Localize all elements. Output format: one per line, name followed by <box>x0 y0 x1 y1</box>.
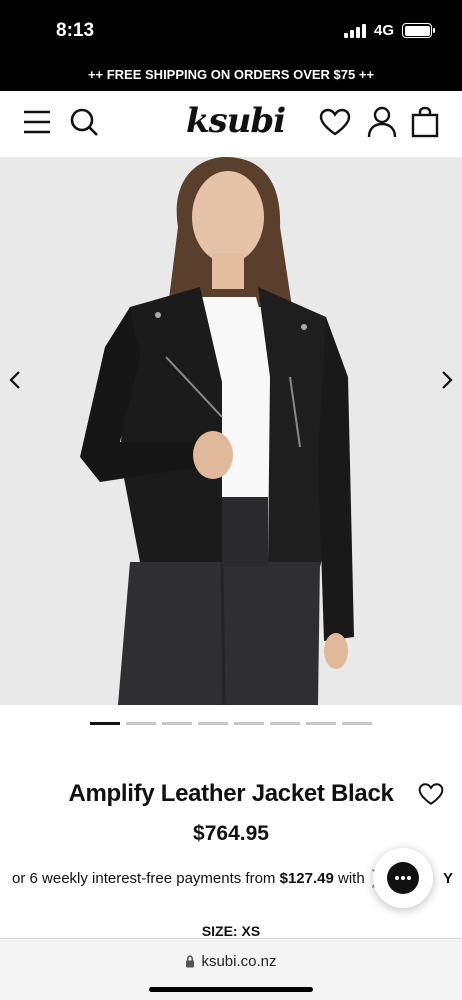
carousel-dot[interactable] <box>342 722 372 725</box>
home-indicator[interactable] <box>149 987 313 992</box>
user-icon[interactable] <box>365 105 399 139</box>
carousel-dot[interactable] <box>198 722 228 725</box>
product-price: $764.95 <box>193 822 269 845</box>
battery-fill <box>404 25 430 36</box>
browser-address-bar[interactable]: ksubi.co.nz <box>0 938 462 1000</box>
chevron-right-icon <box>442 371 453 389</box>
product-title: Amplify Leather Jacket Black <box>68 780 394 807</box>
heart-icon[interactable] <box>318 105 352 139</box>
carousel-dot[interactable] <box>126 722 156 725</box>
brand-logo[interactable]: ksubi <box>186 101 286 141</box>
status-time: 8:13 <box>56 20 95 41</box>
installment-amount: $127.49 <box>279 870 334 887</box>
url-display[interactable]: ksubi.co.nz <box>0 953 462 970</box>
laybuy-logo-text[interactable]: Y <box>443 870 453 887</box>
lock-icon <box>186 955 195 968</box>
status-bar: 8:13 4G <box>0 0 462 62</box>
chevron-left-icon <box>9 371 20 389</box>
carousel-dot[interactable] <box>234 722 264 725</box>
carousel-dot[interactable] <box>306 722 336 725</box>
promo-banner[interactable]: ++ FREE SHIPPING ON ORDERS OVER $75 ++ <box>0 62 462 91</box>
wishlist-button[interactable] <box>418 782 446 810</box>
installment-prefix: or 6 weekly interest-free payments from <box>12 870 276 887</box>
heart-icon <box>418 783 444 805</box>
menu-icon[interactable] <box>20 105 54 139</box>
chat-icon <box>387 862 419 894</box>
site-header: ksubi <box>0 91 462 157</box>
carousel-dot[interactable] <box>270 722 300 725</box>
next-image-button[interactable] <box>432 365 462 395</box>
carousel-dot[interactable] <box>162 722 192 725</box>
carousel-indicator <box>0 722 462 725</box>
search-icon[interactable] <box>67 105 101 139</box>
size-label: SIZE: XS <box>201 923 261 939</box>
previous-image-button[interactable] <box>0 365 30 395</box>
model-illustration <box>0 157 462 705</box>
signal-icon <box>343 23 366 38</box>
network-label: 4G <box>373 22 394 39</box>
installment-with: with <box>338 870 365 887</box>
bag-icon[interactable] <box>408 105 442 139</box>
battery-icon <box>402 23 435 38</box>
url-text: ksubi.co.nz <box>201 953 277 970</box>
carousel-dot[interactable] <box>90 722 120 725</box>
product-image[interactable] <box>0 157 462 705</box>
chat-button[interactable] <box>373 848 433 908</box>
status-indicators: 4G <box>343 22 435 39</box>
